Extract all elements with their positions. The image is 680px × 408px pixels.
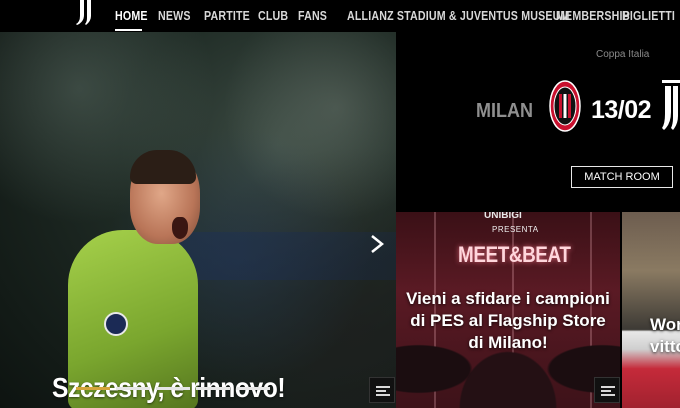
nav-item-news[interactable]: NEWS — [158, 8, 191, 23]
promo-event-title: MEET&BEAT — [458, 242, 571, 267]
competition-label: Coppa Italia — [596, 49, 650, 60]
champions-league-badge-icon — [104, 312, 128, 336]
menu-line-icon — [376, 390, 386, 392]
promo-brand: UNIBIGI — [484, 212, 522, 221]
slide-indicator[interactable] — [76, 387, 110, 390]
edge-card-line: Wor — [650, 315, 680, 334]
menu-line-icon — [376, 386, 390, 388]
top-navigation: HOME NEWS PARTITE CLUB FANS ALLIANZ STAD… — [0, 0, 680, 32]
nav-item-biglietti[interactable]: BIGLIETTI — [622, 8, 675, 23]
juventus-crest-icon — [662, 80, 680, 130]
nav-item-membership[interactable]: MEMBERSHIP — [556, 8, 630, 23]
menu-line-icon — [601, 386, 615, 388]
match-date: 13/02 — [591, 96, 652, 124]
nav-item-stadium-museum[interactable]: ALLIANZ STADIUM & JUVENTUS MUSEUM — [347, 8, 570, 23]
menu-line-icon — [601, 390, 611, 392]
edge-card-headline: Wor vitto — [650, 314, 680, 358]
slide-indicator[interactable] — [156, 387, 190, 390]
hero-article-button[interactable] — [369, 377, 395, 403]
promo-presenta: PRESENTA — [492, 225, 539, 234]
promo-article-button[interactable] — [594, 377, 620, 403]
ac-milan-crest-icon — [549, 80, 581, 132]
menu-line-icon — [376, 394, 390, 396]
hero-slide[interactable]: Szczesny, è rinnovo! — [0, 32, 396, 408]
menu-line-icon — [601, 394, 615, 396]
nav-item-partite[interactable]: PARTITE — [204, 8, 250, 23]
match-room-button[interactable]: MATCH ROOM — [571, 166, 673, 188]
next-match-panel: Coppa Italia MILAN 13/02 MATCH ROOM — [396, 32, 680, 212]
slide-indicator[interactable] — [196, 387, 230, 390]
nav-item-fans[interactable]: FANS — [298, 8, 327, 23]
player-mouth — [172, 217, 188, 239]
slide-indicator[interactable] — [236, 387, 270, 390]
edge-card-line: vitto — [650, 337, 680, 356]
nav-item-club[interactable]: CLUB — [258, 8, 288, 23]
next-slide-arrow-icon[interactable] — [370, 234, 384, 254]
opponent-name: MILAN — [476, 100, 533, 122]
nav-item-home[interactable]: HOME — [115, 8, 148, 23]
slide-indicator[interactable] — [116, 387, 150, 390]
juventus-logo-icon[interactable] — [74, 0, 96, 26]
women-team-card[interactable]: Wor vitto — [622, 212, 680, 408]
promo-card[interactable]: UNIBIGI PRESENTA MEET&BEAT Vieni a sfida… — [396, 212, 620, 408]
promo-headline[interactable]: Vieni a sfidare i campioni di PES al Fla… — [406, 288, 610, 354]
active-nav-indicator — [115, 29, 142, 31]
